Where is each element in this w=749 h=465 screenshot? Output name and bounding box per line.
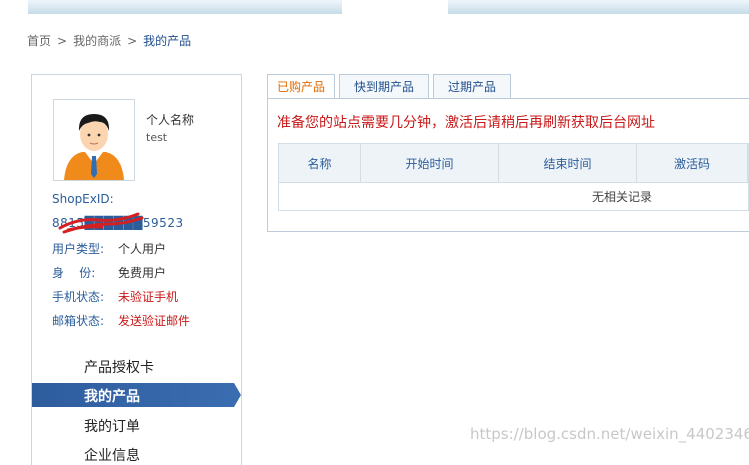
profile-username: test bbox=[146, 131, 168, 144]
tab-expired-products[interactable]: 过期产品 bbox=[433, 74, 511, 98]
redaction-scribble bbox=[58, 212, 144, 234]
empty-message: 无相关记录 bbox=[591, 190, 652, 204]
breadcrumb: 首页 > 我的商派 > 我的产品 bbox=[27, 32, 191, 49]
menu-item-my-orders[interactable]: 我的订单 bbox=[84, 416, 140, 436]
breadcrumb-separator: > bbox=[127, 34, 138, 48]
tab-purchased-products[interactable]: 已购产品 bbox=[267, 74, 335, 99]
top-nav-segment-right bbox=[448, 0, 749, 14]
identity-row: 身 份: 免费用户 bbox=[52, 264, 166, 281]
email-verify-link[interactable]: 发送验证邮件 bbox=[118, 314, 190, 328]
breadcrumb-home[interactable]: 首页 bbox=[27, 34, 51, 48]
email-status-label: 邮箱状态: bbox=[52, 314, 105, 328]
menu-item-my-products-label: 我的产品 bbox=[84, 389, 140, 405]
shopex-id-label: ShopExID: bbox=[52, 192, 114, 206]
menu-item-company-info[interactable]: 企业信息 bbox=[84, 445, 140, 465]
column-header-end-time: 结束时间 bbox=[499, 144, 637, 184]
user-type-label: 用户类型: bbox=[52, 242, 105, 256]
profile-name: 个人名称 bbox=[146, 113, 195, 127]
phone-status-label: 手机状态: bbox=[52, 290, 105, 304]
menu-item-license-card[interactable]: 产品授权卡 bbox=[84, 357, 154, 377]
top-nav-segment-left bbox=[28, 0, 342, 14]
tab-expiring-products[interactable]: 快到期产品 bbox=[339, 74, 429, 98]
user-avatar-icon bbox=[54, 100, 134, 180]
user-sidebar: 个人名称 test ShopExID: 8815██████59523 用户类型… bbox=[31, 74, 242, 465]
active-menu-arrow-icon bbox=[234, 383, 241, 407]
email-status-row: 邮箱状态: 发送验证邮件 bbox=[52, 312, 190, 329]
column-header-name: 名称 bbox=[279, 144, 361, 184]
tab-divider bbox=[267, 98, 749, 99]
breadcrumb-current: 我的产品 bbox=[143, 34, 192, 48]
breadcrumb-separator: > bbox=[57, 34, 68, 48]
identity-value: 免费用户 bbox=[118, 266, 167, 280]
user-type-value: 个人用户 bbox=[118, 242, 167, 256]
top-nav-bar bbox=[0, 0, 749, 14]
user-type-row: 用户类型: 个人用户 bbox=[52, 240, 166, 257]
table-row: 无相关记录 bbox=[278, 183, 749, 211]
table-header: 名称 开始时间 结束时间 激活码 bbox=[278, 143, 749, 184]
column-header-activation-code: 激活码 bbox=[637, 144, 748, 184]
column-header-start-time: 开始时间 bbox=[361, 144, 499, 184]
identity-label: 身 份: bbox=[52, 266, 96, 280]
breadcrumb-parent[interactable]: 我的商派 bbox=[73, 34, 121, 48]
activation-notice: 准备您的站点需要几分钟，激活后请稍后再刷新获取后台网址 bbox=[277, 115, 655, 131]
phone-status-row: 手机状态: 未验证手机 bbox=[52, 288, 178, 305]
watermark: https://blog.csdn.net/weixin_44023460 bbox=[470, 425, 749, 443]
phone-status-link[interactable]: 未验证手机 bbox=[118, 290, 178, 304]
avatar bbox=[53, 99, 135, 181]
